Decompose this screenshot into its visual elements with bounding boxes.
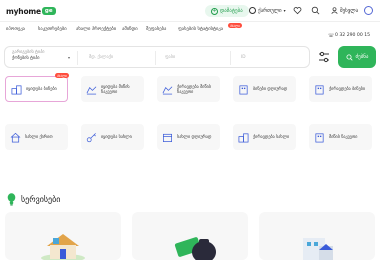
services-title: სერვისები: [21, 195, 61, 204]
settings-icon[interactable]: [364, 6, 373, 15]
chevron-down-icon: ▾: [283, 8, 286, 13]
deal-type-select[interactable]: გარიგების ტიპი ქონების ტიპი: [12, 50, 76, 61]
category-card-house-rent[interactable]: სახლი ქირით: [5, 124, 68, 150]
search-button-label: ძებნა: [355, 54, 369, 60]
category-label: ქირავდება სახლი: [253, 134, 290, 140]
key-icon: [86, 132, 96, 142]
nav-item-price-stats[interactable]: ფასების სტატისტიკა: [178, 27, 223, 32]
category-label: იყიდება მიწის ნაკვეთი: [101, 83, 130, 95]
services-header: სერვისები: [7, 193, 60, 206]
category-label: მიწის ნაკვეთი: [329, 134, 358, 140]
apartment-icon: [239, 84, 248, 94]
language-selector[interactable]: ქართული ▾: [249, 7, 286, 14]
category-card-apartments-rent[interactable]: ქირავდება ბინები: [309, 76, 372, 102]
category-card-land[interactable]: მიწის ნაკვეთი: [309, 124, 372, 150]
category-label: ქირავდება მიწის ნაკვეთი: [177, 83, 211, 95]
logo-badge: ge: [41, 7, 56, 15]
plus-icon: +: [211, 7, 218, 15]
category-label: ქირავდება ბინები: [329, 86, 366, 92]
globe-icon: [249, 7, 256, 14]
heart-icon[interactable]: [293, 6, 302, 15]
main-nav: იპოთეკა საკუთრებები ახალი პროექტები ამინ…: [0, 22, 380, 38]
nav-item-mortgage[interactable]: იპოთეკა: [6, 27, 25, 32]
login-label: შესვლა: [340, 7, 359, 14]
phone-icon: ☏: [328, 33, 335, 39]
category-card-apartments-sale[interactable]: იყიდება ბინები ახალი: [5, 73, 69, 102]
chevron-down-icon: ▾: [68, 55, 71, 60]
add-listing-button[interactable]: + დამატება: [205, 5, 249, 17]
divider: [230, 51, 231, 65]
building-illustration: [303, 238, 333, 260]
user-icon: [331, 7, 338, 14]
login-button[interactable]: შესვლა: [331, 7, 358, 14]
land-icon: [162, 85, 173, 94]
phone-number[interactable]: 0 32 290 00 15: [335, 33, 370, 38]
header: myhome ge + დამატება ქართული ▾ შესვლა: [0, 0, 380, 22]
logo[interactable]: myhome ge: [6, 5, 56, 17]
building-icon: [11, 84, 22, 94]
new-badge: ახალი: [55, 73, 69, 78]
divider: [77, 51, 78, 65]
money-bag-illustration: [174, 237, 216, 260]
nav-item-properties[interactable]: საკუთრებები: [38, 27, 67, 32]
building-icon: [238, 132, 249, 142]
service-card-moneybag[interactable]: [132, 212, 248, 260]
filter-icon[interactable]: [317, 50, 331, 64]
lightbulb-icon: [7, 193, 16, 206]
new-badge: ახალი: [228, 23, 242, 28]
price-input[interactable]: ფასი: [165, 55, 175, 60]
apartment-icon: [315, 84, 324, 94]
location-input[interactable]: მდ. ქალაქი: [89, 55, 113, 60]
nav-item-new-projects[interactable]: ახალი პროექტები: [76, 27, 116, 32]
nav-item-valuation[interactable]: შეფასება: [146, 27, 166, 32]
category-card-house-rent-2[interactable]: ქირავდება სახლი: [233, 124, 296, 150]
service-card-building[interactable]: [259, 212, 375, 260]
divider: [155, 51, 156, 65]
search-button[interactable]: ძებნა: [338, 46, 376, 68]
category-label: იყიდება სახლი: [101, 134, 132, 140]
calendar-icon: [163, 133, 172, 142]
search-icon: [346, 54, 353, 61]
language-label: ქართული: [258, 7, 282, 14]
apartment-icon: [315, 132, 324, 142]
land-icon: [86, 85, 97, 94]
category-card-land-rent[interactable]: ქირავდება მიწის ნაკვეთი: [157, 76, 220, 102]
logo-text: myhome: [6, 6, 41, 16]
id-input[interactable]: ID: [241, 55, 246, 60]
add-listing-label: დამატება: [220, 8, 243, 14]
category-label: იყიდება ბინები: [26, 86, 57, 92]
deal-type-value: ქონების ტიპი: [12, 55, 40, 61]
nav-item-weather[interactable]: ამინდი: [122, 27, 138, 32]
category-card-land-sale[interactable]: იყიდება მიწის ნაკვეთი: [81, 76, 144, 102]
search-icon[interactable]: [311, 6, 320, 15]
category-label: ბინები დღიურად: [253, 86, 288, 92]
search-bar: გარიგების ტიპი ქონების ტიპი ▾ მდ. ქალაქი…: [4, 46, 310, 68]
category-label: სახლი დღიურად: [177, 134, 212, 140]
category-card-daily-apartments[interactable]: ბინები დღიურად: [233, 76, 296, 102]
category-card-house-sale[interactable]: იყიდება სახლი: [81, 124, 144, 150]
house-illustration: [41, 234, 85, 260]
service-card-house[interactable]: [5, 212, 121, 260]
house-icon: [10, 132, 21, 142]
category-label: სახლი ქირით: [25, 134, 53, 140]
category-card-house-daily[interactable]: სახლი დღიურად: [157, 124, 220, 150]
